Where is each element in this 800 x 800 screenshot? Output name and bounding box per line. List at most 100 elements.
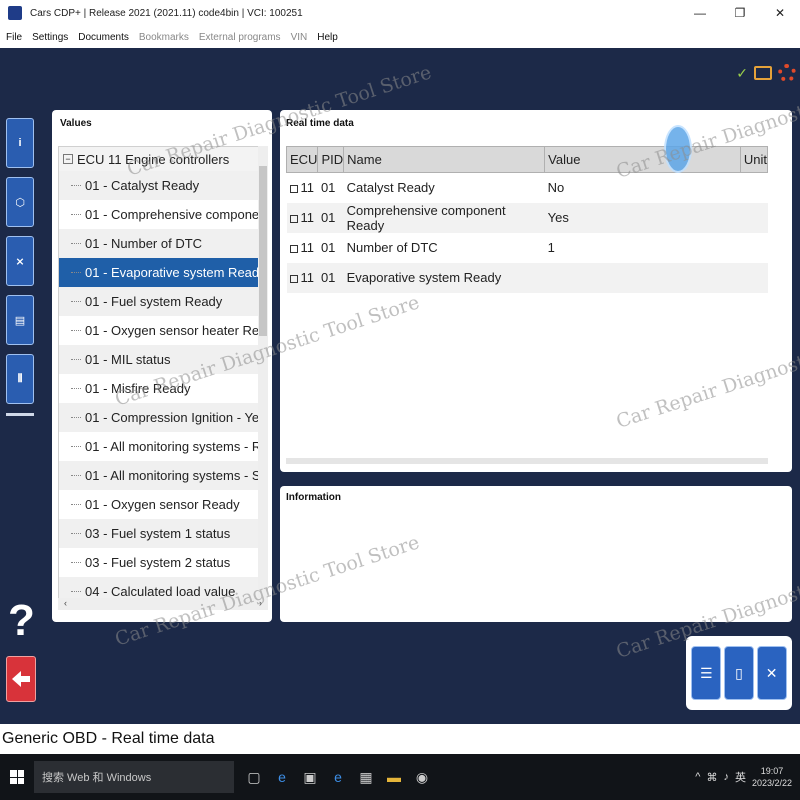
data-list-button[interactable]: ☰	[691, 646, 722, 700]
table-row[interactable]: 11 01 Evaporative system Ready	[286, 262, 768, 293]
close-button[interactable]: ✕	[760, 0, 800, 26]
cell-value: No	[547, 180, 565, 196]
fault-codes-button[interactable]: ⨯	[6, 236, 34, 286]
col-header-unit[interactable]: Unit	[739, 146, 769, 173]
ie-browser-icon[interactable]: e	[330, 769, 346, 785]
tree-item[interactable]: 01 - Misfire Ready	[59, 374, 267, 403]
info-tool-button[interactable]: i	[6, 118, 34, 168]
table-row[interactable]: 11 01 Comprehensive component Ready Yes	[286, 202, 768, 233]
tree-item[interactable]: 01 - MIL status	[59, 345, 267, 374]
tree-item[interactable]: 01 - Oxygen sensor Ready	[59, 490, 267, 519]
col-header-ecu[interactable]: ECU	[285, 146, 319, 173]
menu-bookmarks[interactable]: Bookmarks	[139, 32, 189, 43]
values-horizontal-scrollbar[interactable]: ‹ ›	[58, 598, 268, 610]
engine-tool-button[interactable]: ⬡	[6, 177, 34, 227]
minimize-button[interactable]: —	[680, 0, 720, 26]
tree-item[interactable]: 01 - Oxygen sensor heater Ready	[59, 316, 267, 345]
taskbar-app-icons: ▢ e ▣ e ▦ ▬ ◉	[246, 769, 430, 785]
clear-icon: ✕	[765, 664, 778, 681]
info-panel-title: Information	[286, 492, 341, 503]
table-row[interactable]: 11 01 Number of DTC 1	[287, 233, 768, 263]
tree-item[interactable]: 01 - Compression Ignition - Yes/No	[59, 403, 267, 432]
rtd-panel-title: Real time data	[286, 118, 354, 129]
device-icon: ▯	[735, 664, 743, 681]
input-language[interactable]: 英	[735, 769, 746, 785]
values-vertical-scrollbar[interactable]	[258, 146, 268, 608]
tree-item-selected[interactable]: 01 - Evaporative system Ready	[59, 258, 267, 287]
task-view-icon[interactable]: ▢	[246, 769, 262, 785]
taskbar-clock[interactable]: 19:07 2023/2/22	[752, 765, 792, 789]
menu-help[interactable]: Help	[317, 32, 338, 43]
clear-codes-icon: ⨯	[15, 255, 25, 268]
tree-item[interactable]: 01 - Number of DTC	[59, 229, 267, 258]
table-row[interactable]: 11 01 Catalyst Ready No	[287, 173, 768, 203]
info-icon: i	[18, 137, 22, 149]
back-button[interactable]	[6, 656, 36, 702]
graph-tool-button[interactable]: ⫴	[6, 354, 34, 404]
cell-name: Catalyst Ready	[346, 180, 435, 196]
row-checkbox[interactable]	[289, 244, 298, 253]
document-tool-button[interactable]: ▤	[6, 295, 34, 345]
tree-item[interactable]: 01 - Catalyst Ready	[59, 171, 267, 200]
tree-item[interactable]: 01 - All monitoring systems - Ready	[59, 432, 267, 461]
network-icon[interactable]: ⌘	[706, 771, 717, 784]
tree-item[interactable]: 01 - All monitoring systems - Suppo	[59, 461, 267, 490]
real-time-data-table: ECU PID Name Value Unit 11 01 Catalyst R…	[285, 146, 769, 293]
col-header-pid[interactable]: PID	[317, 146, 345, 173]
rtd-horizontal-scrollbar[interactable]	[286, 458, 768, 464]
document-icon: ▤	[14, 314, 26, 327]
tree-item[interactable]: 03 - Fuel system 1 status	[59, 519, 267, 548]
clock-date: 2023/2/22	[751, 778, 792, 788]
device-button[interactable]: ▯	[723, 646, 754, 700]
cell-ecu-text: 11	[300, 180, 315, 196]
tree-item[interactable]: 01 - Comprehensive component Re	[59, 200, 267, 229]
scrollbar-thumb[interactable]	[259, 166, 267, 336]
tree-item[interactable]: 03 - Fuel system 2 status	[59, 548, 267, 577]
app-task-icon[interactable]: ◉	[414, 769, 430, 785]
row-checkbox[interactable]	[289, 214, 298, 223]
row-checkbox[interactable]	[289, 274, 298, 283]
loading-spinner-icon	[778, 64, 796, 82]
windows-taskbar: 搜索 Web 和 Windows ▢ e ▣ e ▦ ▬ ◉ ^ ⌘ ♪ 英 1…	[0, 754, 800, 800]
taskbar-search-box[interactable]: 搜索 Web 和 Windows	[34, 761, 234, 793]
edge-browser-icon[interactable]: e	[274, 769, 290, 785]
windows-start-icon[interactable]	[10, 770, 24, 784]
cell-ecu: 11	[287, 233, 318, 263]
values-panel: Values − ECU 11 Engine controllers 01 - …	[52, 110, 272, 622]
file-explorer-icon[interactable]: ▬	[386, 769, 402, 785]
cell-pid: 01	[317, 202, 344, 233]
list-icon: ☰	[700, 664, 713, 681]
scroll-right-icon[interactable]: ›	[259, 598, 262, 610]
cell-ecu-text: 11	[300, 270, 315, 285]
col-header-name[interactable]: Name	[343, 146, 546, 173]
media-icon[interactable]: ▦	[358, 769, 374, 785]
cell-pid: 01	[320, 180, 336, 196]
tree-root-ecu[interactable]: − ECU 11 Engine controllers	[59, 147, 267, 171]
menu-file[interactable]: File	[6, 32, 22, 43]
col-header-value[interactable]: Value	[544, 146, 741, 173]
maximize-button[interactable]: ❐	[720, 0, 760, 26]
menu-documents[interactable]: Documents	[78, 32, 129, 43]
menu-bar: File Settings Documents Bookmarks Extern…	[0, 26, 800, 48]
cell-pid: 01	[317, 262, 344, 293]
cell-unit	[740, 202, 768, 233]
engine-icon: ⬡	[15, 196, 25, 209]
scroll-left-icon[interactable]: ‹	[64, 598, 67, 610]
status-icons: ✓	[736, 64, 796, 82]
menu-external-programs[interactable]: External programs	[199, 32, 281, 43]
collapse-icon[interactable]: −	[63, 154, 73, 164]
help-icon[interactable]: ?	[8, 596, 35, 646]
menu-settings[interactable]: Settings	[32, 32, 68, 43]
cell-name: Comprehensive component Ready	[343, 202, 545, 233]
row-checkbox[interactable]	[289, 184, 298, 193]
title-bar: Cars CDP+ | Release 2021 (2021.11) code4…	[0, 0, 800, 26]
store-icon[interactable]: ▣	[302, 769, 318, 785]
real-time-data-panel: Real time data ECU PID Name Value Unit 1…	[280, 110, 792, 472]
menu-vin[interactable]: VIN	[291, 32, 308, 43]
cell-ecu-text: 11	[300, 240, 315, 255]
volume-icon[interactable]: ♪	[723, 771, 729, 783]
tree-item[interactable]: 01 - Fuel system Ready	[59, 287, 267, 316]
clear-data-button[interactable]: ✕	[756, 646, 787, 700]
chevron-up-icon[interactable]: ^	[695, 771, 700, 783]
cell-value	[544, 262, 741, 293]
